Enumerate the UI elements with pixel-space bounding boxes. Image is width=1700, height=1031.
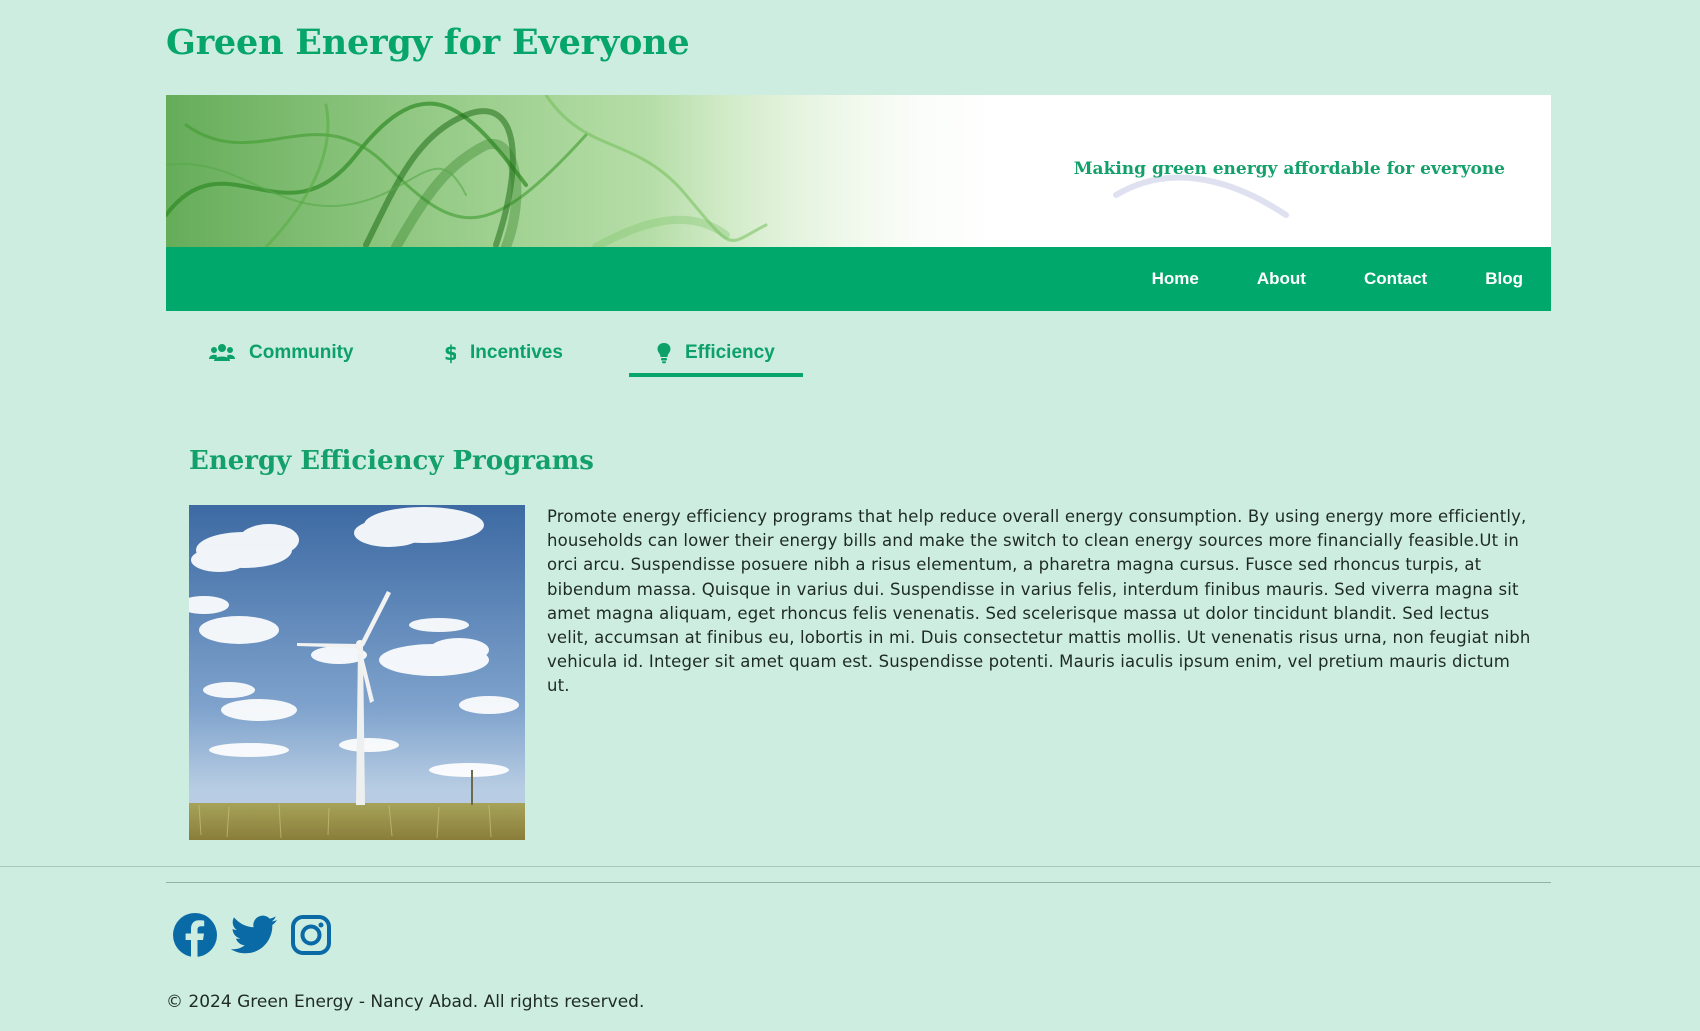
tab-efficiency[interactable]: Efficiency bbox=[629, 330, 803, 377]
tab-efficiency-label: Efficiency bbox=[685, 342, 775, 363]
copyright-text: © 2024 Green Energy - Nancy Abad. All ri… bbox=[166, 992, 645, 1012]
lightbulb-icon bbox=[657, 342, 671, 364]
nav-blog-link[interactable]: Blog bbox=[1485, 269, 1523, 289]
twitter-icon[interactable] bbox=[230, 915, 278, 955]
nav-contact-link[interactable]: Contact bbox=[1364, 269, 1427, 289]
social-links bbox=[172, 912, 344, 958]
tab-community-label: Community bbox=[249, 342, 354, 363]
instagram-icon[interactable] bbox=[290, 914, 332, 956]
footer-divider bbox=[0, 866, 1700, 867]
tab-community[interactable]: Community bbox=[209, 330, 354, 376]
nav-home-link[interactable]: Home bbox=[1152, 269, 1199, 289]
hero-banner: Making green energy affordable for every… bbox=[166, 95, 1551, 247]
facebook-icon[interactable] bbox=[172, 912, 218, 958]
users-icon bbox=[209, 343, 235, 363]
nav-about-link[interactable]: About bbox=[1257, 269, 1306, 289]
wind-turbine-photo bbox=[189, 505, 525, 840]
main-navbar: Home About Contact Blog bbox=[166, 247, 1551, 311]
section-title: Energy Efficiency Programs bbox=[189, 446, 594, 476]
site-title: Green Energy for Everyone bbox=[166, 22, 690, 63]
footer-rule bbox=[166, 882, 1551, 883]
dollar-icon: $ bbox=[444, 342, 456, 364]
tab-incentives-label: Incentives bbox=[470, 342, 563, 363]
tab-incentives[interactable]: $ Incentives bbox=[444, 330, 563, 376]
tagline: Making green energy affordable for every… bbox=[1073, 159, 1505, 179]
svg-text:$: $ bbox=[444, 342, 456, 364]
body-paragraph: Promote energy efficiency programs that … bbox=[547, 507, 1531, 696]
